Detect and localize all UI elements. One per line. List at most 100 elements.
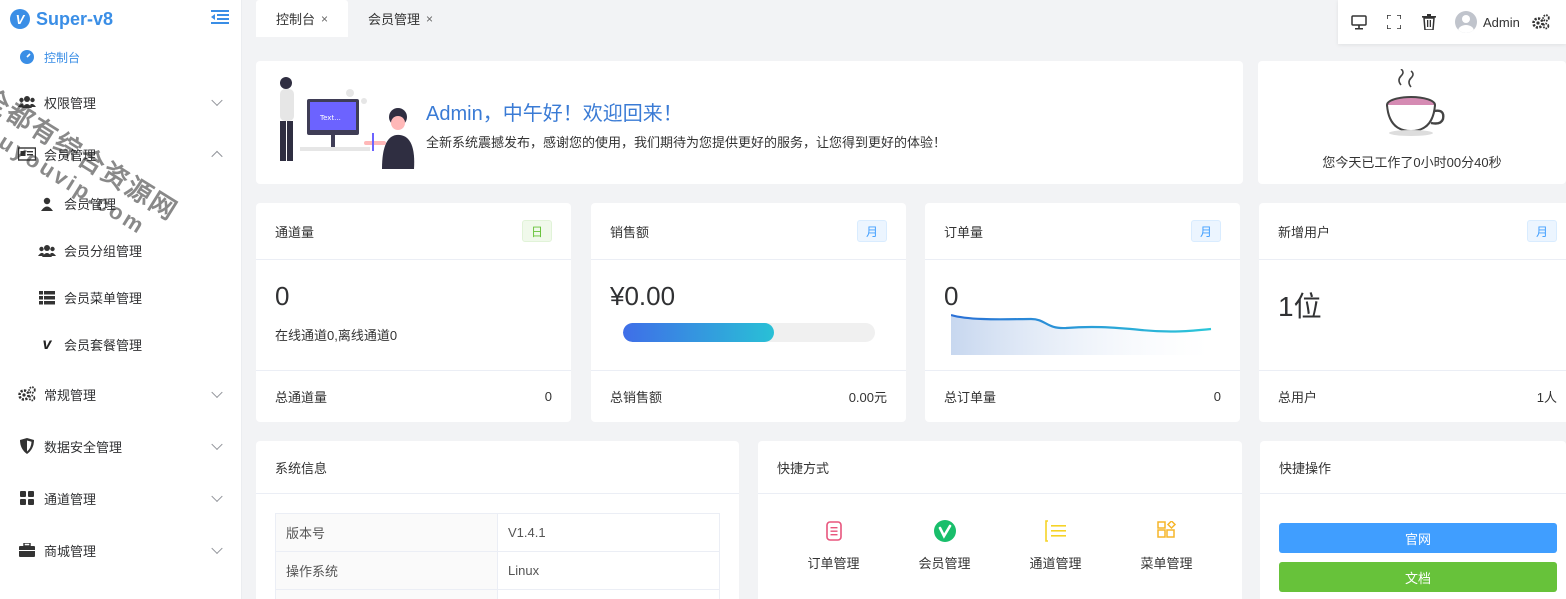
chevron-down-icon [211,438,223,451]
list-lines-icon [1044,519,1068,543]
stat-card-new-users: 新增用户 月 1位 总用户 1人 [1259,203,1566,422]
period-badge: 月 [1527,220,1557,242]
stat-foot-value: 0 [1213,389,1221,404]
shortcut-label: 订单管理 [807,556,860,571]
list-icon [38,290,56,306]
stat-foot-label: 总销售额 [610,390,663,405]
avatar[interactable] [1455,11,1477,33]
sidebar-item-label: 会员菜单管理 [64,291,143,306]
stat-value: 0 [275,281,290,311]
close-icon[interactable]: × [426,12,433,26]
chevron-up-icon [211,150,223,163]
users-icon [38,243,56,259]
welcome-illustration: Text... [280,77,415,169]
tab-members[interactable]: 会员管理 × [348,0,453,37]
sidebar-item-label: 会员管理 [64,197,117,212]
coffee-cup-icon [1386,69,1445,136]
tab-dashboard[interactable]: 控制台 × [256,0,349,37]
sidebar-item-members[interactable]: 会员管理 [0,128,241,180]
stat-value: ¥0.00 [610,281,676,311]
stat-card-sales: 销售额 月 ¥0.00 总销售额 0.00元 [591,203,906,422]
trash-icon[interactable] [1420,13,1438,31]
chevron-down-icon [211,542,223,555]
table-cell-key: 版本号 [275,513,498,552]
card-title: 快捷方式 [777,460,830,476]
stat-title: 销售额 [610,224,650,240]
welcome-title: Admin，中午好！欢迎回来！ [426,103,683,125]
table-cell-value: Linux [497,551,720,590]
shortcut-label: 菜单管理 [1140,556,1193,571]
card-title: 系统信息 [275,460,328,476]
user-name[interactable]: Admin [1483,15,1520,30]
chevron-down-icon [211,94,223,107]
sidebar-item-label: 会员管理 [44,147,97,163]
welcome-card: Text... Admin，中午好！欢迎回来！ 全新系统震撼发布，感谢您的使用，… [256,61,1243,184]
close-icon[interactable]: × [321,12,328,26]
sidebar-item-member-manage[interactable]: 会员管理 [0,180,241,227]
apps-icon [1155,519,1179,543]
system-info-card: 系统信息 版本号 V1.4.1 操作系统 Linux [256,441,739,599]
website-button[interactable]: 官网 [1279,523,1557,553]
stat-value: 0 [944,281,959,311]
user-icon [38,196,56,212]
chevron-down-icon [211,386,223,399]
sidebar-item-member-packages[interactable]: v 会员套餐管理 [0,321,241,368]
sidebar-item-permissions[interactable]: 权限管理 [0,76,241,128]
table-cell-value [497,589,720,599]
sidebar-item-member-menus[interactable]: 会员菜单管理 [0,274,241,321]
tab-bar: 控制台 × 会员管理 × [256,0,453,37]
sidebar-item-shop[interactable]: 商城管理 [0,524,241,576]
stat-subtext: 在线通道0,离线通道0 [275,328,398,343]
shortcut-channels[interactable]: 通道管理 [1000,519,1111,572]
period-badge: 月 [1191,220,1221,242]
shortcut-orders[interactable]: 订单管理 [778,519,889,572]
table-cell-key: 操作系统 [275,551,498,590]
sidebar-item-data-security[interactable]: 数据安全管理 [0,420,241,472]
sidebar-item-channels[interactable]: 通道管理 [0,472,241,524]
briefcase-icon [18,542,36,558]
shortcut-menus[interactable]: 菜单管理 [1111,519,1222,572]
card-title: 快捷操作 [1279,460,1332,476]
stat-title: 通道量 [275,224,315,240]
shortcuts-card: 快捷方式 订单管理 会员管理 通道管理 菜单管理 [758,441,1242,599]
brand-name: Super-v8 [36,8,114,29]
sidebar-item-label: 通道管理 [44,491,97,507]
users-icon [18,94,36,110]
docs-button[interactable]: 文档 [1279,562,1557,592]
sidebar-item-label: 会员套餐管理 [64,338,143,353]
stat-foot-label: 总订单量 [944,390,997,405]
fullscreen-icon[interactable] [1385,13,1403,31]
button-label: 官网 [1404,531,1431,547]
grid-icon [18,490,36,506]
sidebar-item-general[interactable]: 常规管理 [0,368,241,420]
shortcut-members[interactable]: 会员管理 [889,519,1000,572]
cogs-icon[interactable] [1532,13,1550,31]
sales-progress-bar [623,323,875,342]
orders-sparkline [951,313,1212,355]
sidebar-item-member-groups[interactable]: 会员分组管理 [0,227,241,274]
vimeo-circle-icon [933,519,957,543]
sidebar-item-label: 权限管理 [44,95,97,111]
period-badge: 日 [522,220,552,242]
stat-title: 新增用户 [1278,224,1331,240]
stat-foot-label: 总用户 [1278,390,1318,405]
chevron-down-icon [211,490,223,503]
sidebar-item-dashboard[interactable]: 控制台 [0,38,241,76]
stat-foot-value: 0.00元 [848,390,887,405]
stat-foot-value: 0 [544,389,552,404]
table-cell-key [275,589,498,599]
collapse-menu-icon[interactable] [211,9,229,25]
brand[interactable]: V Super-v8 [0,0,241,38]
sidebar-item-label: 商城管理 [44,543,97,559]
table-row [275,589,720,599]
sidebar-item-label: 数据安全管理 [44,439,123,455]
monitor-icon[interactable] [1350,13,1368,31]
table-row: 版本号 V1.4.1 [275,513,720,552]
top-toolbar: Admin [1338,0,1566,44]
sidebar: V Super-v8 控制台 权限管理 会员管理 会员管理 会员分组管理 会员菜… [0,0,242,599]
period-badge: 月 [857,220,887,242]
screen-text: Text... [319,114,341,122]
sidebar-item-label: 常规管理 [44,387,97,403]
cogs-icon [18,386,36,402]
table-row: 操作系统 Linux [275,551,720,590]
